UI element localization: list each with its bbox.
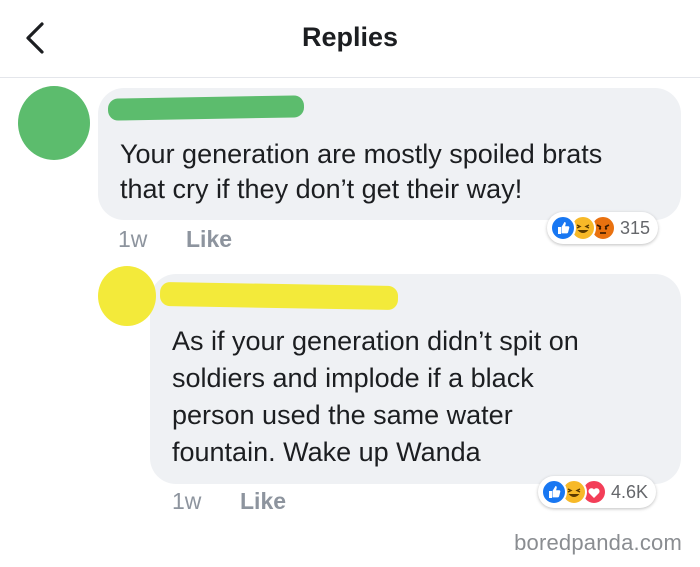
comment-2-reaction-count: 4.6K	[611, 481, 649, 502]
commenter-2-avatar-redacted[interactable]	[98, 266, 156, 326]
commenter-2-name-redacted[interactable]	[159, 281, 399, 311]
comment-1-like-button[interactable]: Like	[186, 226, 232, 253]
page-title: Replies	[301, 22, 399, 52]
like-icon	[541, 479, 567, 505]
comment-1-text: Your generation are mostly spoiled brats…	[120, 139, 603, 204]
commenter-1-name-redacted[interactable]	[107, 95, 305, 121]
comment-2-reactions[interactable]: 4.6K	[538, 476, 657, 508]
replies-header: Replies	[0, 0, 700, 78]
commenter-1-avatar-redacted[interactable]	[18, 86, 90, 160]
comment-1-reactions[interactable]: 315	[547, 212, 659, 244]
comment-2-timestamp: 1w	[172, 488, 202, 514]
like-icon	[550, 215, 576, 241]
comment-2-text: As if your generation didn’t spit on sol…	[172, 326, 579, 467]
comment-1-timestamp: 1w	[118, 226, 148, 252]
source-watermark: boredpanda.com	[514, 530, 682, 555]
comment-2-like-button[interactable]: Like	[240, 488, 286, 515]
comment-1-reaction-count: 315	[620, 217, 651, 238]
